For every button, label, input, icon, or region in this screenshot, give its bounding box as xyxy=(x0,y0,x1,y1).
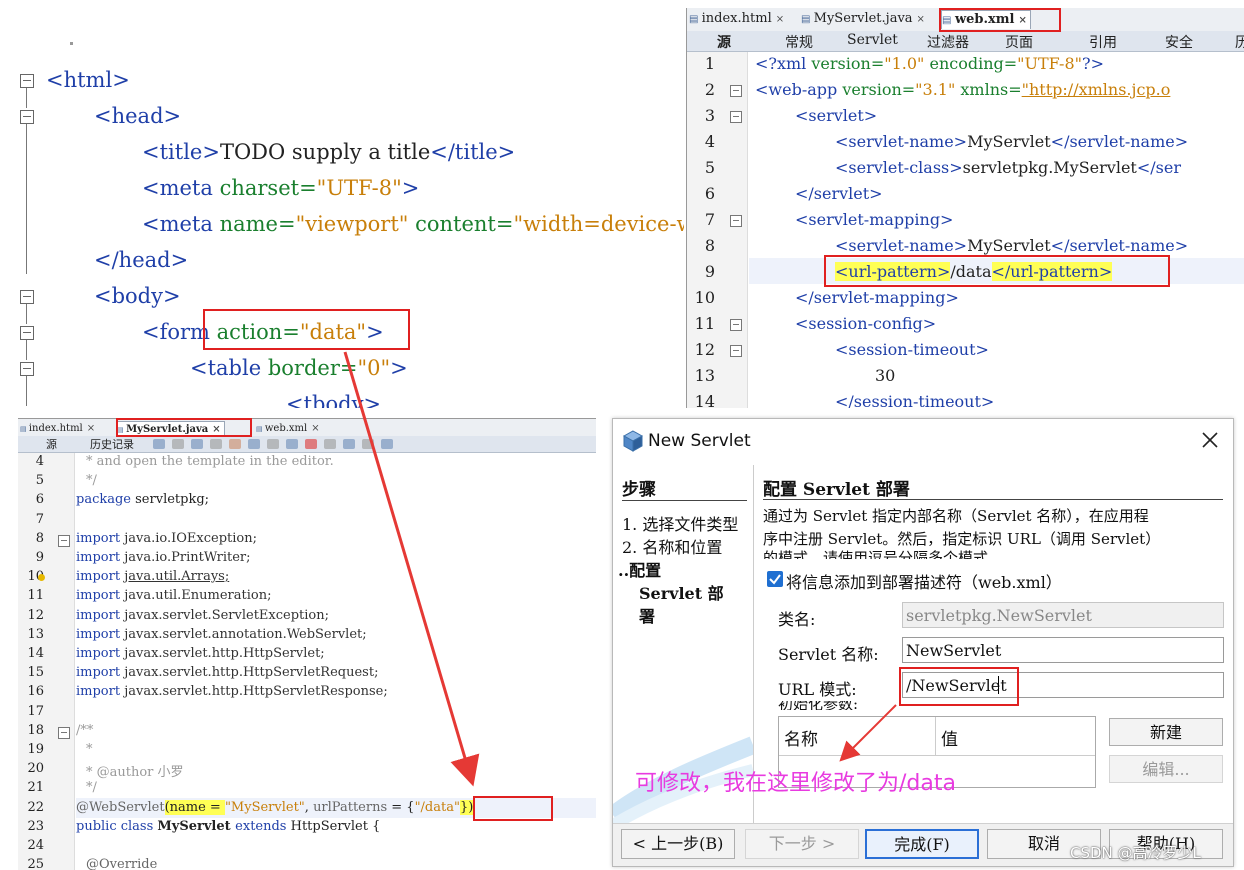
arrow-to-annotation xyxy=(839,704,897,762)
annotation-arrows xyxy=(343,351,897,787)
watermark: CSDN @高冷罗少L xyxy=(1070,844,1201,862)
arrow-form-to-java xyxy=(343,351,480,787)
